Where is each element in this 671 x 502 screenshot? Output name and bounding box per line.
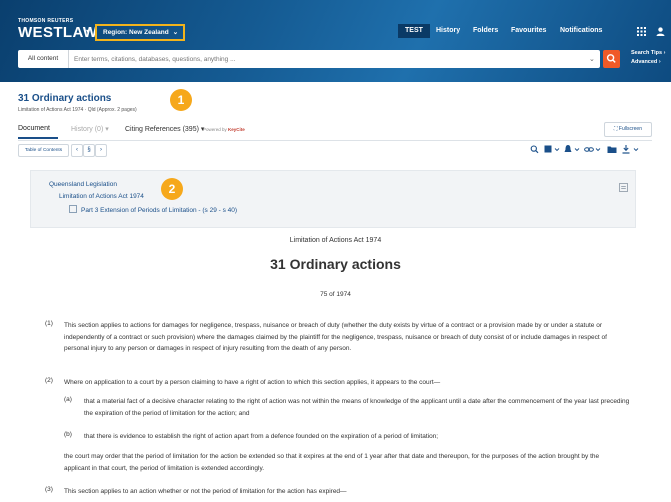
keycite-brand: KeyCite bbox=[228, 127, 245, 132]
search-in-document-icon[interactable] bbox=[530, 144, 539, 155]
download-icon[interactable] bbox=[622, 144, 640, 155]
para-number-2: (2) bbox=[45, 377, 53, 384]
para-number-1: (1) bbox=[45, 320, 53, 327]
chevron-down-icon: ⌄ bbox=[172, 29, 179, 36]
previous-section-button[interactable]: ‹ bbox=[71, 144, 83, 157]
nav-notifications[interactable]: Notifications bbox=[560, 27, 602, 34]
search-button[interactable] bbox=[603, 50, 620, 68]
nav-folders[interactable]: Folders bbox=[473, 27, 498, 34]
next-section-button[interactable]: › bbox=[95, 144, 107, 157]
checkbox-icon bbox=[69, 205, 77, 213]
search-bar: All content ⌄ bbox=[18, 50, 600, 68]
document-subtitle: Limitation of Actions Act 1974 · Qld (Ap… bbox=[18, 107, 137, 113]
toc-link-queensland-legislation[interactable]: Queensland Legislation bbox=[49, 181, 117, 188]
table-of-contents-button[interactable]: Table of Contents bbox=[18, 144, 69, 157]
toc-link-limitation-act[interactable]: Limitation of Actions Act 1974 bbox=[59, 193, 144, 200]
document-toolbar: Table of Contents ‹ § › bbox=[18, 144, 652, 157]
toc-link-part-3[interactable]: Part 3 Extension of Periods of Limitatio… bbox=[69, 205, 237, 214]
folder-icon[interactable] bbox=[607, 144, 617, 155]
toc-part-3-label: Part 3 Extension of Periods of Limitatio… bbox=[81, 207, 238, 214]
paragraph-b: that there is evidence to establish the … bbox=[84, 433, 439, 440]
search-tips-link[interactable]: Search Tips › bbox=[631, 50, 665, 56]
apps-grid-icon[interactable] bbox=[637, 27, 646, 36]
section-heading: 31 Ordinary actions bbox=[270, 256, 401, 272]
nav-favourites[interactable]: Favourites bbox=[511, 27, 546, 34]
callout-badge-2: 2 bbox=[161, 178, 183, 200]
tab-history[interactable]: History (0) ▾ bbox=[71, 125, 109, 133]
collapse-icon[interactable] bbox=[619, 183, 628, 192]
para-number-b: (b) bbox=[64, 431, 72, 438]
callout-badge-1: 1 bbox=[170, 89, 192, 111]
advanced-search-link[interactable]: Advanced › bbox=[631, 59, 661, 65]
tab-divider bbox=[18, 140, 652, 141]
search-options-chevron-icon[interactable]: ⌄ bbox=[589, 55, 595, 63]
section-symbol-button[interactable]: § bbox=[83, 144, 95, 157]
link-icon[interactable] bbox=[584, 144, 602, 155]
search-scope-dropdown[interactable]: All content bbox=[18, 50, 69, 68]
alert-bell-icon[interactable] bbox=[564, 144, 580, 155]
search-input[interactable] bbox=[74, 50, 584, 68]
product-switcher-caret[interactable]: ▾ bbox=[86, 27, 90, 36]
paragraph-a: that a material fact of a decisive chara… bbox=[84, 398, 630, 417]
user-icon[interactable] bbox=[656, 27, 665, 36]
document-title: 31 Ordinary actions bbox=[18, 93, 112, 104]
paragraph-2-tail: the court may order that the period of l… bbox=[64, 453, 600, 472]
keycite-logo: Powered by KeyCite bbox=[203, 127, 245, 132]
para-number-a: (a) bbox=[64, 396, 72, 403]
nav-test[interactable]: TEST bbox=[405, 27, 423, 34]
act-title: Limitation of Actions Act 1974 bbox=[289, 237, 382, 244]
fullscreen-button[interactable]: ⛶ Fullscreen bbox=[604, 122, 652, 137]
tab-document[interactable]: Document bbox=[18, 125, 50, 132]
toc-breadcrumb-panel: Queensland Legislation Limitation of Act… bbox=[30, 170, 636, 228]
active-tab-indicator bbox=[18, 137, 58, 139]
paragraph-1: This section applies to actions for dama… bbox=[64, 322, 607, 352]
page: THOMSON REUTERS WESTLAW ▾ Region: New Ze… bbox=[0, 0, 671, 502]
tab-citing-references[interactable]: Citing References (395) ▾ bbox=[125, 125, 204, 133]
nav-history[interactable]: History bbox=[436, 27, 460, 34]
para-number-3: (3) bbox=[45, 486, 53, 493]
paragraph-3: This section applies to an action whethe… bbox=[64, 488, 347, 495]
paragraph-2: Where on application to a court by a per… bbox=[64, 379, 441, 386]
region-selector[interactable]: Region: New Zealand ⌄ bbox=[95, 24, 185, 41]
header: THOMSON REUTERS WESTLAW ▾ Region: New Ze… bbox=[0, 0, 671, 82]
keycite-prefix: Powered by bbox=[203, 127, 227, 132]
act-number: 75 of 1974 bbox=[320, 291, 351, 298]
region-label: Region: New Zealand bbox=[103, 29, 169, 36]
annotations-icon[interactable] bbox=[544, 144, 560, 155]
